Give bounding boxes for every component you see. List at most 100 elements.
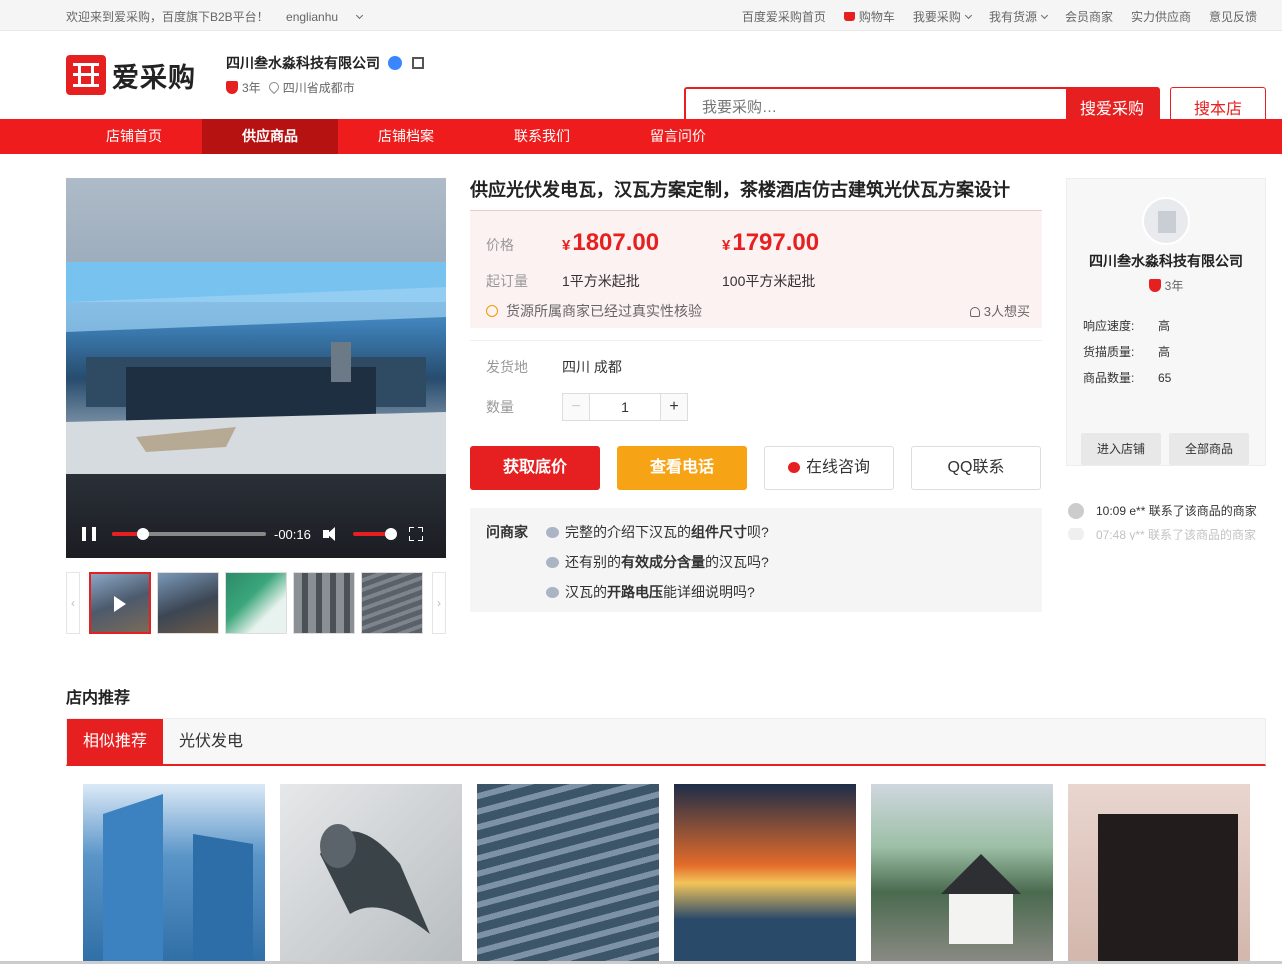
ask-question[interactable]: 还有别的 有效成分含量 的汉瓦吗? xyxy=(546,552,769,572)
shop-years: 3年 xyxy=(226,79,261,96)
question-text[interactable]: 汉瓦的 xyxy=(565,582,607,602)
qty-input[interactable]: 1 xyxy=(589,394,661,420)
all-products-button[interactable]: 全部商品 xyxy=(1169,433,1249,465)
activity-feed-item: 10:09 e** 联系了该商品的商家 xyxy=(1068,502,1257,519)
user-name[interactable]: englianhu xyxy=(286,10,338,24)
tab-pv[interactable]: 光伏发电 xyxy=(163,719,259,765)
link-feedback[interactable]: 意见反馈 xyxy=(1209,8,1257,25)
site-logo[interactable]: 爱采购 xyxy=(66,54,200,96)
building-icon xyxy=(1158,211,1176,233)
cart-label[interactable]: 购物车 xyxy=(859,10,895,24)
product-card-image[interactable] xyxy=(477,784,659,964)
location-text: 四川省成都市 xyxy=(282,81,355,95)
product-video[interactable]: -00:16 xyxy=(66,178,446,558)
nav-products[interactable]: 供应商品 xyxy=(202,119,338,154)
supply-label[interactable]: 我有货源 xyxy=(989,10,1037,24)
logo-text: 爱采购 xyxy=(112,62,196,93)
consult-label[interactable]: 在线咨询 xyxy=(806,459,870,476)
wants-count: 3人想买 xyxy=(969,301,1030,320)
seller-card: 四川叁水淼科技有限公司 3年 响应速度: 高 货描质量: 高 商品数量: 65 进入店… xyxy=(1066,178,1266,466)
verified-icon xyxy=(486,305,498,317)
recommend-tabs: 相似推荐 光伏发电 xyxy=(66,718,1266,766)
get-price-button[interactable]: 获取底价 xyxy=(470,446,600,490)
thumbnail-image[interactable] xyxy=(157,572,219,634)
ask-seller: 问商家 完整的介绍下汉瓦的 组件尺寸 呗? 还有别的 有效成分含量 的汉瓦吗? 汉瓦的开… xyxy=(470,508,1042,612)
currency-symbol: ¥ xyxy=(722,237,731,254)
play-icon xyxy=(114,596,126,612)
link-baidu-home[interactable]: 百度爱采购首页 xyxy=(742,8,826,25)
question-keyword[interactable]: 开路电压 xyxy=(607,582,663,602)
recommend-title: 店内推荐 xyxy=(66,690,131,707)
qty-plus-button[interactable]: + xyxy=(661,394,687,420)
years-text: 3年 xyxy=(242,81,261,95)
product-card-image[interactable] xyxy=(83,784,265,964)
ask-question[interactable]: 汉瓦的 开路电压 能详细说明吗? xyxy=(546,582,755,602)
qq-contact-button[interactable]: QQ联系 xyxy=(911,446,1041,490)
question-text[interactable]: 呗? xyxy=(747,522,769,542)
stat-value: 65 xyxy=(1158,371,1172,385)
chevron-down-icon xyxy=(964,11,972,20)
online-consult-button[interactable]: 在线咨询 xyxy=(764,446,894,490)
shipping-qty: 发货地 四川 成都 数量 − 1 + xyxy=(470,340,1042,426)
product-card-image[interactable] xyxy=(280,784,462,964)
enter-shop-button[interactable]: 进入店铺 xyxy=(1081,433,1161,465)
nav-message[interactable]: 留言问价 xyxy=(610,119,746,154)
nav-profile[interactable]: 店铺档案 xyxy=(338,119,474,154)
ask-question[interactable]: 完整的介绍下汉瓦的 组件尺寸 呗? xyxy=(546,522,769,542)
thumbnail-strip: ‹ › xyxy=(66,572,446,634)
question-text[interactable]: 完整的介绍下汉瓦的 xyxy=(565,522,691,542)
seller-name[interactable]: 四川叁水淼科技有限公司 xyxy=(1067,251,1265,271)
fullscreen-icon[interactable] xyxy=(407,526,424,542)
question-keyword[interactable]: 组件尺寸 xyxy=(691,522,747,542)
chat-bubble-icon xyxy=(546,556,559,568)
logo-icon xyxy=(66,55,106,95)
video-progress[interactable] xyxy=(112,528,266,540)
stat-key: 商品数量: xyxy=(1083,371,1135,385)
thumbnail-image[interactable] xyxy=(225,572,287,634)
question-text[interactable]: 能详细说明吗? xyxy=(663,582,755,602)
link-cart[interactable]: 购物车 xyxy=(843,8,895,25)
volume-knob[interactable] xyxy=(384,528,397,540)
product-card-image[interactable] xyxy=(871,784,1053,964)
thumb-prev-arrow[interactable]: ‹ xyxy=(66,572,80,634)
view-phone-button[interactable]: 查看电话 xyxy=(617,446,747,490)
question-text[interactable]: 还有别的 xyxy=(565,552,621,572)
link-members[interactable]: 会员商家 xyxy=(1065,8,1113,25)
pause-icon[interactable] xyxy=(82,527,96,541)
thumbnail-video[interactable] xyxy=(89,572,151,634)
moq-2: 100平方米起批 xyxy=(722,273,816,289)
shop-name[interactable]: 四川叁水淼科技有限公司 xyxy=(226,53,380,73)
qty-label: 数量 xyxy=(486,399,514,415)
link-purchase[interactable]: 我要采购 xyxy=(913,8,972,25)
qty-minus-button[interactable]: − xyxy=(563,394,589,420)
ship-value: 四川 成都 xyxy=(562,359,622,375)
cart-icon xyxy=(843,12,855,21)
stat-row: 响应速度: 高 xyxy=(1083,317,1170,334)
header: 爱采购 四川叁水淼科技有限公司 3年 四川省成都市 搜爱采购 搜本店 xyxy=(0,31,1282,127)
product-card-image[interactable] xyxy=(674,784,856,964)
product-main: -00:16 ‹ › 供应光伏发电瓦，汉瓦方案定制，茶楼酒店仿古建筑光伏瓦方案设… xyxy=(0,154,1282,964)
thumb-next-arrow[interactable]: › xyxy=(432,572,446,634)
nav-contact[interactable]: 联系我们 xyxy=(474,119,610,154)
link-suppliers[interactable]: 实力供应商 xyxy=(1131,8,1191,25)
purchase-label[interactable]: 我要采购 xyxy=(913,10,961,24)
user-menu[interactable]: englianhu xyxy=(286,10,364,24)
product-card-image[interactable] xyxy=(1068,784,1250,964)
tab-similar[interactable]: 相似推荐 xyxy=(67,719,164,765)
activity-feed-item: 07:48 y** 联系了该商品的商家 xyxy=(1068,528,1256,540)
link-supply[interactable]: 我有货源 xyxy=(989,8,1048,25)
question-text[interactable]: 的汉瓦吗? xyxy=(705,552,769,572)
shop-meta: 3年 四川省成都市 xyxy=(226,79,355,96)
shield-icon xyxy=(226,81,238,94)
volume-icon[interactable] xyxy=(322,527,341,541)
thumbnail-image[interactable] xyxy=(293,572,355,634)
progress-knob[interactable] xyxy=(136,528,149,540)
nav-shop-home[interactable]: 店铺首页 xyxy=(66,119,202,154)
volume-slider[interactable] xyxy=(352,528,397,540)
qr-code-icon[interactable] xyxy=(412,57,424,69)
chat-badge-icon[interactable] xyxy=(388,56,402,70)
thumbnail-image[interactable] xyxy=(361,572,423,634)
question-keyword[interactable]: 有效成分含量 xyxy=(621,552,705,572)
video-frame-top xyxy=(66,178,446,262)
price-2: ¥1797.00 xyxy=(722,229,819,257)
